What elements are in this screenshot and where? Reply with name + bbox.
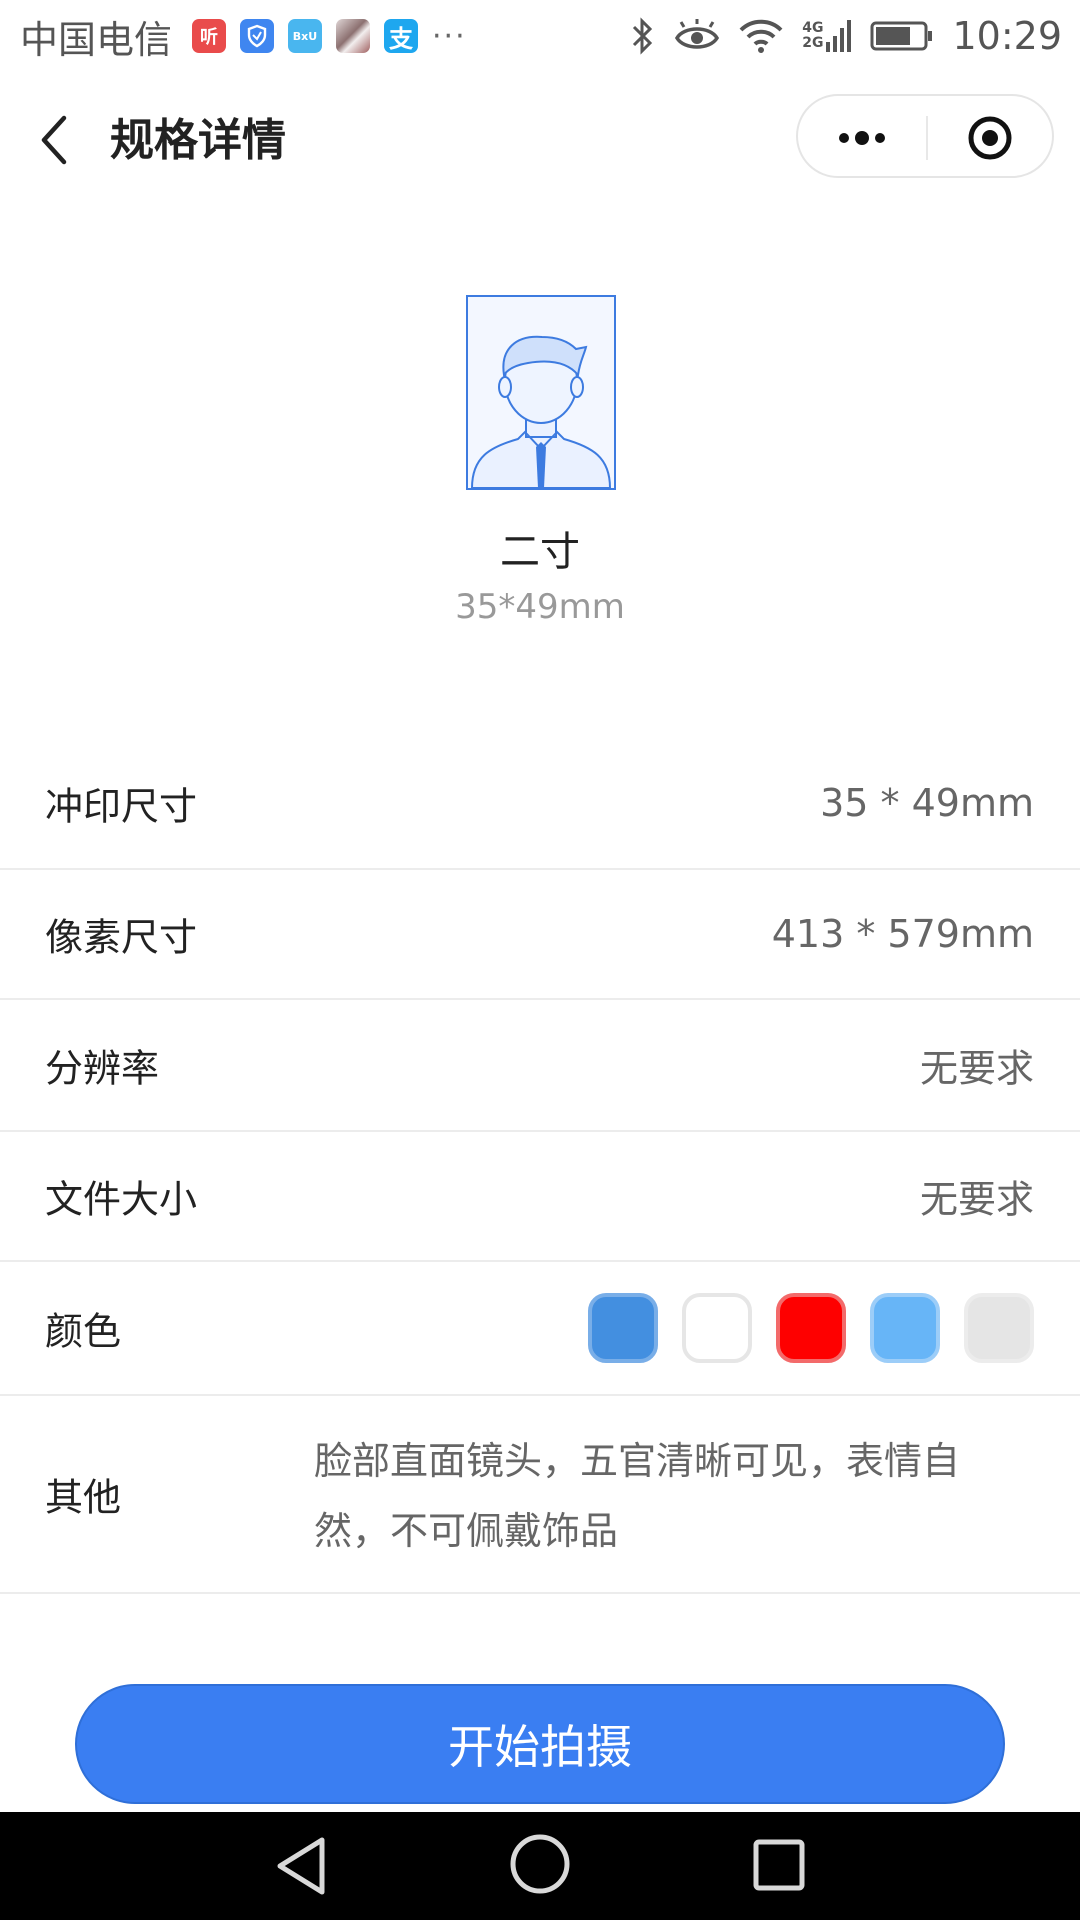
close-target-icon[interactable]: [966, 114, 1014, 162]
swatch-red[interactable]: [776, 1293, 846, 1363]
status-right: 4G 2G 10:29: [630, 10, 1062, 62]
row-label: 像素尺寸: [45, 915, 198, 960]
start-shooting-button[interactable]: 开始拍摄: [75, 1684, 1005, 1804]
color-swatches: [588, 1293, 1034, 1363]
eye-icon: [675, 19, 720, 49]
row-value: 无要求: [919, 1046, 1034, 1091]
row-value: 无要求: [919, 1177, 1034, 1222]
mini-program-capsule: [796, 94, 1054, 178]
carrier-name: 中国电信: [20, 17, 173, 62]
row-label: 分辨率: [45, 1046, 160, 1091]
system-recent-apps-icon[interactable]: [752, 1838, 806, 1892]
system-navigation-bar: [0, 1812, 1080, 1920]
capsule-divider: [926, 116, 928, 160]
row-resolution: 分辨率 无要求: [0, 1000, 1080, 1132]
clock-time: 10:29: [952, 14, 1062, 58]
navigation-bar: 规格详情: [0, 72, 1080, 202]
row-label: 其他: [45, 1475, 122, 1520]
status-left: 中国电信 听 BxU 支 ···: [20, 10, 467, 62]
spec-dimensions: 35*49mm: [455, 587, 625, 627]
status-bar: 中国电信 听 BxU 支 ··· 4G 2G 10:29: [0, 0, 1080, 72]
system-back-icon[interactable]: [272, 1834, 334, 1898]
row-label: 冲印尺寸: [45, 784, 198, 829]
row-color: 颜色: [0, 1262, 1080, 1396]
page-title: 规格详情: [110, 115, 286, 166]
network-4g-label: 4G: [802, 20, 824, 36]
network-indicator: 4G 2G: [802, 18, 852, 54]
swatch-white[interactable]: [682, 1293, 752, 1363]
wifi-icon: [739, 19, 783, 53]
battery-icon: [870, 21, 933, 51]
swatch-light-gray[interactable]: [964, 1293, 1034, 1363]
row-value: 413 * 579mm: [771, 912, 1034, 956]
portrait-illustration: [466, 295, 616, 490]
person-silhouette-icon: [468, 297, 614, 488]
row-file-size: 文件大小 无要求: [0, 1132, 1080, 1262]
row-print-size: 冲印尺寸 35 * 49mm: [0, 738, 1080, 870]
signal-icon: [826, 20, 852, 52]
back-arrow-icon[interactable]: [36, 112, 76, 168]
bxu-app-icon: BxU: [288, 19, 323, 53]
ting-app-icon: 听: [192, 19, 227, 53]
row-label: 颜色: [45, 1309, 122, 1354]
more-notifications-icon: ···: [432, 18, 467, 54]
network-2g-label: 2G: [802, 35, 824, 51]
swatch-blue[interactable]: [588, 1293, 658, 1363]
shield-app-icon: [240, 19, 275, 53]
spec-name: 二寸: [500, 529, 580, 575]
spec-detail-list: 冲印尺寸 35 * 49mm 像素尺寸 413 * 579mm 分辨率 无要求 …: [0, 738, 1080, 1594]
row-other: 其他 脸部直面镜头，五官清晰可见，表情自然，不可佩戴饰品: [0, 1396, 1080, 1594]
system-home-icon[interactable]: [508, 1832, 572, 1896]
row-pixel-size: 像素尺寸 413 * 579mm: [0, 870, 1080, 1000]
more-dots-icon[interactable]: [832, 118, 892, 158]
other-requirements-text: 脸部直面镜头，五官清晰可见，表情自然，不可佩戴饰品: [314, 1439, 961, 1553]
bluetooth-icon: [633, 17, 653, 55]
photo-app-icon: [336, 19, 371, 53]
row-value: 35 * 49mm: [820, 781, 1034, 825]
alipay-app-icon: 支: [384, 19, 419, 53]
row-label: 文件大小: [45, 1177, 198, 1222]
swatch-light-blue[interactable]: [870, 1293, 940, 1363]
